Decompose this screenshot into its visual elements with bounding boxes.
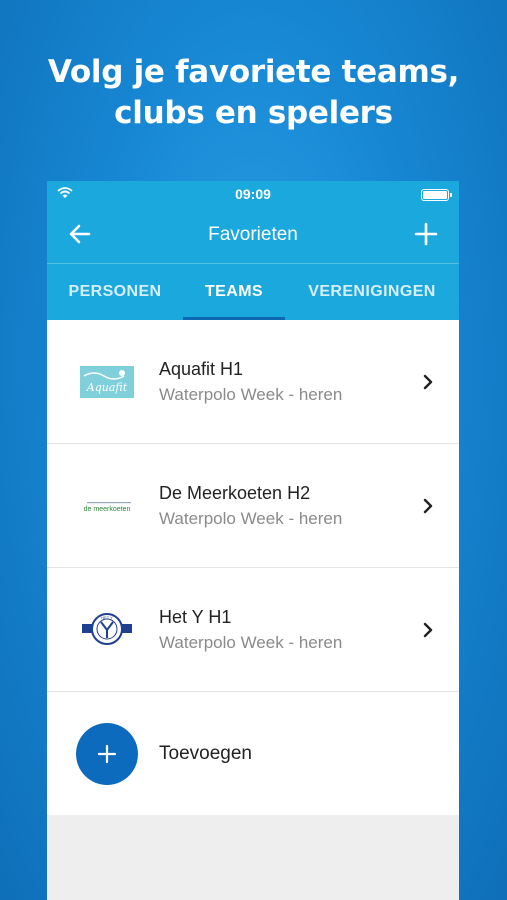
het-y-logo-text: HET Y xyxy=(101,615,113,620)
chevron-right-icon xyxy=(423,622,433,637)
phone-screen: 09:09 Favorieten PERSONEN TEAMS VERENIGI… xyxy=(47,181,459,900)
team-row-meerkoeten[interactable]: de meerkoeten De Meerkoeten H2 Waterpolo… xyxy=(47,444,459,568)
aquafit-logo-image: Aquafit xyxy=(80,365,134,398)
team-list: Aquafit Aquafit H1 Waterpolo Week - here… xyxy=(47,320,459,815)
arrow-left-icon[interactable] xyxy=(67,221,93,247)
team-subtitle: Waterpolo Week - heren xyxy=(159,508,343,528)
aquafit-logo-text: Aquafit xyxy=(86,381,128,394)
meerkoeten-logo-image: de meerkoeten xyxy=(84,501,131,513)
meerkoeten-logo-text: de meerkoeten xyxy=(84,506,131,513)
tab-personen[interactable]: PERSONEN xyxy=(47,264,183,320)
team-row-het-y[interactable]: HET Y Het Y H1 Waterpolo Week - heren xyxy=(47,568,459,692)
tab-teams[interactable]: TEAMS xyxy=(183,264,285,320)
het-y-logo-image: HET Y xyxy=(82,612,132,645)
meerkoeten-logo: de meerkoeten xyxy=(79,486,135,526)
add-team-row[interactable]: Toevoegen xyxy=(47,692,459,815)
status-bar: 09:09 xyxy=(47,181,459,207)
team-name: Aquafit H1 xyxy=(159,358,244,379)
aquafit-logo: Aquafit xyxy=(79,362,135,402)
plus-icon xyxy=(97,744,117,763)
tab-verenigingen[interactable]: VERENIGINGEN xyxy=(285,264,459,320)
team-row-aquafit[interactable]: Aquafit Aquafit H1 Waterpolo Week - here… xyxy=(47,320,459,444)
promo-headline: Volg je favoriete teams, clubs en speler… xyxy=(0,52,507,134)
nav-bar: Favorieten xyxy=(47,207,459,264)
battery-icon xyxy=(421,189,452,201)
add-team-button[interactable] xyxy=(76,722,138,785)
team-name: Het Y H1 xyxy=(159,606,232,627)
headline-line-1: Volg je favoriete teams, xyxy=(47,54,460,90)
page-title: Favorieten xyxy=(208,224,298,245)
team-subtitle: Waterpolo Week - heren xyxy=(159,632,343,652)
status-time: 09:09 xyxy=(235,186,271,202)
chevron-right-icon xyxy=(423,374,433,389)
tab-bar: PERSONEN TEAMS VERENIGINGEN xyxy=(47,264,459,320)
chevron-right-icon xyxy=(423,498,433,513)
add-team-label: Toevoegen xyxy=(159,742,252,764)
team-subtitle: Waterpolo Week - heren xyxy=(159,384,343,404)
plus-icon[interactable] xyxy=(413,221,439,247)
het-y-logo: HET Y xyxy=(79,610,135,650)
team-name: De Meerkoeten H2 xyxy=(159,482,311,503)
headline-line-2: clubs en spelers xyxy=(114,95,393,131)
